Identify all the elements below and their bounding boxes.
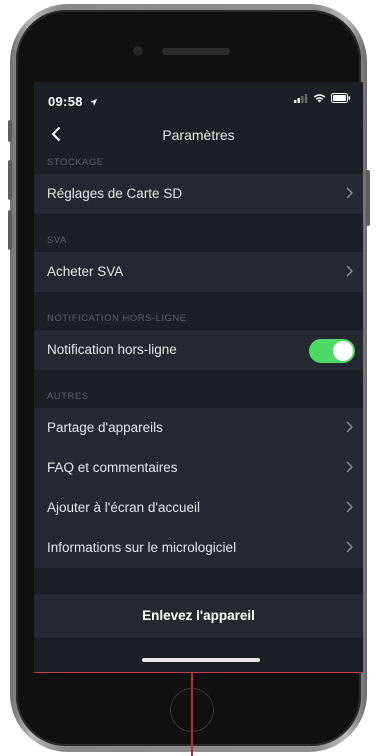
firmware-info-row[interactable]: Informations sur le micrologiciel [34, 528, 363, 568]
power-button [366, 170, 370, 226]
location-arrow-icon [89, 98, 97, 107]
section-header-offline-notification: NOTIFICATION HORS-LIGNE [47, 313, 187, 324]
row-label: Partage d'appareils [47, 420, 163, 435]
mute-switch [8, 120, 12, 142]
row-label: FAQ et commentaires [47, 460, 178, 475]
section-header-stockage: STOCKAGE [47, 157, 104, 168]
page-title: Paramètres [162, 127, 235, 143]
row-label: Réglages de Carte SD [47, 186, 183, 201]
row-label: Ajouter à l'écran d'accueil [47, 500, 200, 515]
faq-feedback-row[interactable]: FAQ et commentaires [34, 448, 363, 488]
chevron-right-icon [346, 501, 353, 513]
toggle-knob [333, 341, 353, 361]
buy-sva-row[interactable]: Acheter SVA [34, 252, 363, 292]
home-indicator [142, 658, 260, 662]
volume-up-button [8, 160, 12, 200]
signal-icon [294, 93, 308, 103]
row-label: Acheter SVA [47, 264, 124, 279]
status-time: 09:58 [48, 94, 98, 109]
row-label: Informations sur le micrologiciel [47, 540, 237, 555]
earpiece-speaker [162, 48, 230, 55]
navigation-bar: Paramètres [34, 118, 363, 152]
remove-device-label: Enlevez l'appareil [142, 608, 255, 623]
annotation-pointer-line [191, 673, 193, 756]
annotation-frame-line [34, 672, 363, 673]
offline-notification-row: Notification hors-ligne [34, 330, 363, 370]
device-sharing-row[interactable]: Partage d'appareils [34, 408, 363, 448]
app-screen: 09:58 Paramètres STOCKAGE Réglages de Ca… [34, 82, 363, 672]
chevron-right-icon [346, 265, 353, 277]
chevron-right-icon [346, 461, 353, 473]
front-camera [133, 46, 143, 56]
battery-icon [331, 93, 351, 103]
section-header-sva: SVA [47, 235, 67, 246]
row-label: Notification hors-ligne [47, 342, 177, 357]
chevron-right-icon [346, 187, 353, 199]
chevron-right-icon [346, 421, 353, 433]
chevron-right-icon [346, 541, 353, 553]
remove-device-button[interactable]: Enlevez l'appareil [34, 594, 363, 638]
status-bar: 09:58 [34, 82, 363, 118]
wifi-icon [313, 94, 326, 103]
section-header-autres: AUTRES [47, 391, 89, 402]
sd-card-settings-row[interactable]: Réglages de Carte SD [34, 174, 363, 214]
volume-down-button [8, 210, 12, 250]
add-to-home-screen-row[interactable]: Ajouter à l'écran d'accueil [34, 488, 363, 528]
offline-notification-toggle[interactable] [309, 339, 355, 363]
status-icons [294, 93, 351, 103]
